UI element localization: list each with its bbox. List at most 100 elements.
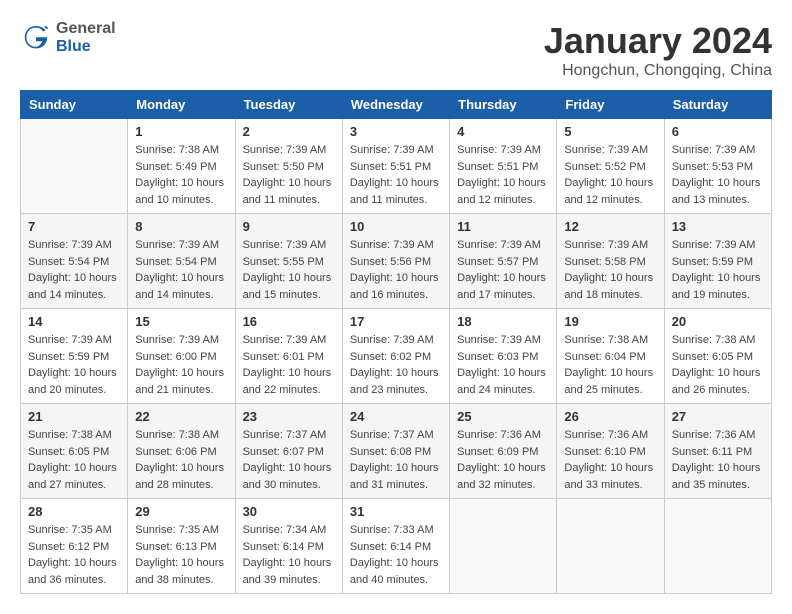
day-number: 29 [135, 504, 227, 519]
calendar-cell: 6 Sunrise: 7:39 AMSunset: 5:53 PMDaylight… [664, 119, 771, 214]
day-info: Sunrise: 7:39 AMSunset: 5:52 PMDaylight:… [564, 142, 656, 208]
month-title: January 2024 [544, 20, 772, 62]
calendar-week-row: 1 Sunrise: 7:38 AMSunset: 5:49 PMDaylight… [21, 119, 772, 214]
day-number: 3 [350, 124, 442, 139]
calendar-cell: 24 Sunrise: 7:37 AMSunset: 6:08 PMDayligh… [342, 404, 449, 499]
day-info: Sunrise: 7:39 AMSunset: 5:51 PMDaylight:… [457, 142, 549, 208]
calendar-week-row: 14 Sunrise: 7:39 AMSunset: 5:59 PMDayligh… [21, 309, 772, 404]
logo: General Blue [20, 20, 116, 56]
calendar-cell: 18 Sunrise: 7:39 AMSunset: 6:03 PMDayligh… [450, 309, 557, 404]
page-header: General Blue January 2024 Hongchun, Chon… [20, 20, 772, 80]
day-number: 11 [457, 219, 549, 234]
day-number: 23 [243, 409, 335, 424]
calendar-cell: 11 Sunrise: 7:39 AMSunset: 5:57 PMDayligh… [450, 214, 557, 309]
day-number: 21 [28, 409, 120, 424]
day-number: 5 [564, 124, 656, 139]
day-number: 24 [350, 409, 442, 424]
day-info: Sunrise: 7:38 AMSunset: 6:06 PMDaylight:… [135, 427, 227, 493]
calendar-cell: 1 Sunrise: 7:38 AMSunset: 5:49 PMDaylight… [128, 119, 235, 214]
day-number: 26 [564, 409, 656, 424]
day-info: Sunrise: 7:36 AMSunset: 6:09 PMDaylight:… [457, 427, 549, 493]
weekday-header-tuesday: Tuesday [235, 91, 342, 119]
calendar-cell: 8 Sunrise: 7:39 AMSunset: 5:54 PMDaylight… [128, 214, 235, 309]
weekday-header-row: SundayMondayTuesdayWednesdayThursdayFrid… [21, 91, 772, 119]
calendar-week-row: 28 Sunrise: 7:35 AMSunset: 6:12 PMDayligh… [21, 499, 772, 594]
day-info: Sunrise: 7:34 AMSunset: 6:14 PMDaylight:… [243, 522, 335, 588]
title-area: January 2024 Hongchun, Chongqing, China [544, 20, 772, 80]
day-number: 25 [457, 409, 549, 424]
day-info: Sunrise: 7:39 AMSunset: 5:54 PMDaylight:… [135, 237, 227, 303]
location-subtitle: Hongchun, Chongqing, China [544, 62, 772, 80]
day-info: Sunrise: 7:39 AMSunset: 5:54 PMDaylight:… [28, 237, 120, 303]
day-info: Sunrise: 7:39 AMSunset: 6:02 PMDaylight:… [350, 332, 442, 398]
day-number: 8 [135, 219, 227, 234]
day-number: 1 [135, 124, 227, 139]
day-number: 12 [564, 219, 656, 234]
day-info: Sunrise: 7:38 AMSunset: 6:05 PMDaylight:… [28, 427, 120, 493]
calendar-cell [21, 119, 128, 214]
calendar-cell: 31Sunrise: 7:33 AMSunset: 6:14 PMDayligh… [342, 499, 449, 594]
day-number: 28 [28, 504, 120, 519]
day-info: Sunrise: 7:39 AMSunset: 5:53 PMDaylight:… [672, 142, 764, 208]
calendar-cell [664, 499, 771, 594]
weekday-header-monday: Monday [128, 91, 235, 119]
calendar-cell: 20Sunrise: 7:38 AMSunset: 6:05 PMDayligh… [664, 309, 771, 404]
calendar-cell: 30 Sunrise: 7:34 AMSunset: 6:14 PMDayligh… [235, 499, 342, 594]
day-number: 13 [672, 219, 764, 234]
day-info: Sunrise: 7:39 AMSunset: 5:55 PMDaylight:… [243, 237, 335, 303]
calendar-cell: 29 Sunrise: 7:35 AMSunset: 6:13 PMDayligh… [128, 499, 235, 594]
day-info: Sunrise: 7:39 AMSunset: 5:51 PMDaylight:… [350, 142, 442, 208]
day-number: 14 [28, 314, 120, 329]
calendar-cell: 13 Sunrise: 7:39 AMSunset: 5:59 PMDayligh… [664, 214, 771, 309]
day-number: 6 [672, 124, 764, 139]
day-number: 19 [564, 314, 656, 329]
calendar-cell: 19Sunrise: 7:38 AMSunset: 6:04 PMDayligh… [557, 309, 664, 404]
calendar-cell: 26Sunrise: 7:36 AMSunset: 6:10 PMDayligh… [557, 404, 664, 499]
day-number: 31 [350, 504, 442, 519]
calendar-cell: 21 Sunrise: 7:38 AMSunset: 6:05 PMDayligh… [21, 404, 128, 499]
logo-text: General Blue [56, 20, 116, 56]
calendar-cell: 14 Sunrise: 7:39 AMSunset: 5:59 PMDayligh… [21, 309, 128, 404]
day-number: 17 [350, 314, 442, 329]
calendar-cell: 12Sunrise: 7:39 AMSunset: 5:58 PMDayligh… [557, 214, 664, 309]
calendar-week-row: 7 Sunrise: 7:39 AMSunset: 5:54 PMDaylight… [21, 214, 772, 309]
day-number: 22 [135, 409, 227, 424]
day-info: Sunrise: 7:39 AMSunset: 5:59 PMDaylight:… [672, 237, 764, 303]
day-number: 7 [28, 219, 120, 234]
day-info: Sunrise: 7:37 AMSunset: 6:08 PMDaylight:… [350, 427, 442, 493]
day-info: Sunrise: 7:39 AMSunset: 5:50 PMDaylight:… [243, 142, 335, 208]
calendar-cell: 5 Sunrise: 7:39 AMSunset: 5:52 PMDaylight… [557, 119, 664, 214]
day-number: 10 [350, 219, 442, 234]
calendar-table: SundayMondayTuesdayWednesdayThursdayFrid… [20, 90, 772, 594]
calendar-cell: 3 Sunrise: 7:39 AMSunset: 5:51 PMDaylight… [342, 119, 449, 214]
calendar-cell: 22 Sunrise: 7:38 AMSunset: 6:06 PMDayligh… [128, 404, 235, 499]
day-info: Sunrise: 7:35 AMSunset: 6:13 PMDaylight:… [135, 522, 227, 588]
day-info: Sunrise: 7:39 AMSunset: 5:59 PMDaylight:… [28, 332, 120, 398]
calendar-cell [557, 499, 664, 594]
day-info: Sunrise: 7:38 AMSunset: 5:49 PMDaylight:… [135, 142, 227, 208]
calendar-cell: 4 Sunrise: 7:39 AMSunset: 5:51 PMDaylight… [450, 119, 557, 214]
calendar-cell: 25 Sunrise: 7:36 AMSunset: 6:09 PMDayligh… [450, 404, 557, 499]
calendar-cell: 28 Sunrise: 7:35 AMSunset: 6:12 PMDayligh… [21, 499, 128, 594]
day-number: 2 [243, 124, 335, 139]
day-number: 18 [457, 314, 549, 329]
day-number: 4 [457, 124, 549, 139]
weekday-header-saturday: Saturday [664, 91, 771, 119]
day-info: Sunrise: 7:39 AMSunset: 6:01 PMDaylight:… [243, 332, 335, 398]
day-info: Sunrise: 7:39 AMSunset: 6:03 PMDaylight:… [457, 332, 549, 398]
day-number: 30 [243, 504, 335, 519]
calendar-cell: 9Sunrise: 7:39 AMSunset: 5:55 PMDaylight… [235, 214, 342, 309]
day-info: Sunrise: 7:35 AMSunset: 6:12 PMDaylight:… [28, 522, 120, 588]
weekday-header-friday: Friday [557, 91, 664, 119]
day-number: 20 [672, 314, 764, 329]
day-info: Sunrise: 7:39 AMSunset: 5:57 PMDaylight:… [457, 237, 549, 303]
general-blue-logo-icon [20, 22, 52, 54]
calendar-cell: 17 Sunrise: 7:39 AMSunset: 6:02 PMDayligh… [342, 309, 449, 404]
day-info: Sunrise: 7:39 AMSunset: 5:56 PMDaylight:… [350, 237, 442, 303]
calendar-cell: 7 Sunrise: 7:39 AMSunset: 5:54 PMDaylight… [21, 214, 128, 309]
day-info: Sunrise: 7:36 AMSunset: 6:11 PMDaylight:… [672, 427, 764, 493]
weekday-header-wednesday: Wednesday [342, 91, 449, 119]
calendar-cell: 2 Sunrise: 7:39 AMSunset: 5:50 PMDaylight… [235, 119, 342, 214]
calendar-cell: 10 Sunrise: 7:39 AMSunset: 5:56 PMDayligh… [342, 214, 449, 309]
calendar-cell: 16Sunrise: 7:39 AMSunset: 6:01 PMDayligh… [235, 309, 342, 404]
